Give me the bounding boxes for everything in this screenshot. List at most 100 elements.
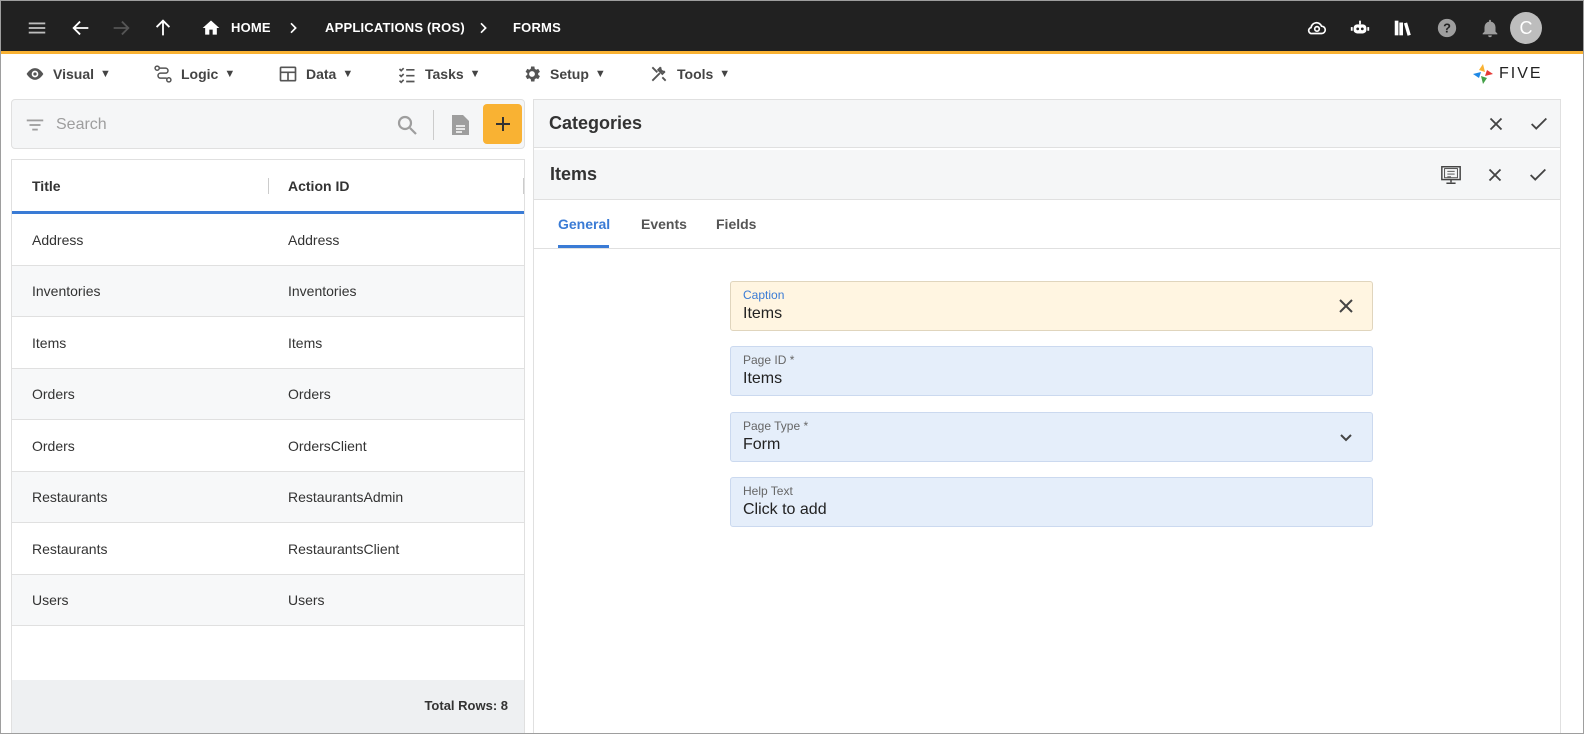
help-text-field[interactable]: Help Text Click to add xyxy=(730,477,1373,527)
cloud-icon[interactable] xyxy=(1299,1,1335,54)
column-header-action-id[interactable]: Action ID xyxy=(288,160,349,211)
tab-fields[interactable]: Fields xyxy=(716,200,756,248)
avatar[interactable]: C xyxy=(1510,12,1542,44)
menu-arrow-icon: ▼ xyxy=(469,68,481,80)
field-value: Click to add xyxy=(743,501,827,518)
preview-button[interactable] xyxy=(1437,161,1465,189)
records-table: Title Action ID Address Address Inventori… xyxy=(11,159,525,733)
caption-field[interactable]: Caption Items xyxy=(730,281,1373,331)
close-button[interactable] xyxy=(1481,161,1509,189)
column-divider[interactable] xyxy=(268,178,269,194)
table-row[interactable]: Items Items xyxy=(12,317,524,369)
menu-tools[interactable]: Tools ▼ xyxy=(649,57,730,91)
menu-tasks[interactable]: Tasks ▼ xyxy=(397,57,481,91)
menu-arrow-icon: ▼ xyxy=(224,68,236,80)
cell-title: Orders xyxy=(32,386,75,402)
cell-action-id: Items xyxy=(288,334,323,351)
parent-form-header: Categories xyxy=(534,100,1560,148)
menu-label: Tasks xyxy=(425,66,464,82)
document-button[interactable] xyxy=(446,110,474,140)
tab-events[interactable]: Events xyxy=(641,200,687,248)
menu-setup[interactable]: Setup ▼ xyxy=(522,57,606,91)
table-row[interactable]: Orders OrdersClient xyxy=(12,420,524,472)
add-button[interactable] xyxy=(483,104,522,144)
help-icon[interactable]: ? xyxy=(1429,1,1465,54)
table-header: Title Action ID xyxy=(12,160,524,214)
document-icon xyxy=(452,115,469,135)
menu-label: Setup xyxy=(550,66,589,82)
table-row[interactable]: Inventories Inventories xyxy=(12,265,524,317)
menu-icon[interactable] xyxy=(19,1,55,54)
forward-arrow-icon[interactable] xyxy=(103,1,139,54)
cell-action-id: Users xyxy=(288,592,325,608)
chevron-down-icon[interactable] xyxy=(1334,425,1358,449)
column-header-title[interactable]: Title xyxy=(32,160,61,211)
breadcrumb-label: APPLICATIONS (ROS) xyxy=(325,20,465,35)
search-bar xyxy=(11,99,525,149)
menu-arrow-icon: ▼ xyxy=(100,68,111,80)
field-value: Items xyxy=(743,370,783,387)
save-button[interactable] xyxy=(1524,161,1552,189)
column-divider[interactable] xyxy=(523,178,524,194)
save-button[interactable] xyxy=(1525,110,1553,138)
menu-bar: Visual ▼ Logic ▼ Data ▼ Tasks ▼ Setup ▼ … xyxy=(1,57,1583,91)
table-row[interactable]: Restaurants RestaurantsAdmin xyxy=(12,471,524,523)
table-row[interactable]: Orders Orders xyxy=(12,368,524,420)
field-value: Form xyxy=(743,436,781,453)
cell-title: Address xyxy=(32,231,84,248)
cell-title: Items xyxy=(32,334,67,351)
cell-action-id: RestaurantsAdmin xyxy=(288,489,404,505)
check-icon xyxy=(1530,168,1546,181)
up-arrow-icon[interactable] xyxy=(145,1,181,54)
close-icon xyxy=(1489,117,1503,131)
library-icon[interactable] xyxy=(1385,1,1421,54)
menu-logic[interactable]: Logic ▼ xyxy=(153,57,235,91)
cell-action-id: RestaurantsClient xyxy=(288,540,400,557)
close-button[interactable] xyxy=(1482,110,1510,138)
tab-general[interactable]: General xyxy=(558,200,610,248)
parent-form-title: Categories xyxy=(549,113,643,133)
filter-icon[interactable] xyxy=(24,114,46,136)
page-id-field[interactable]: Page ID * Items xyxy=(730,346,1373,396)
search-icon[interactable] xyxy=(395,113,419,137)
menu-visual[interactable]: Visual ▼ xyxy=(25,57,111,91)
table-icon xyxy=(279,66,297,82)
table-row[interactable]: Address Address xyxy=(12,214,524,266)
table-row[interactable]: Restaurants RestaurantsClient xyxy=(12,523,524,575)
tasks-icon xyxy=(398,67,415,84)
logic-icon xyxy=(154,65,172,83)
logo-text: FIVE xyxy=(1499,65,1543,82)
field-label: Page Type * xyxy=(743,419,809,433)
field-label: Page ID * xyxy=(743,353,795,367)
tab-bar: General Events Fields xyxy=(534,200,1560,249)
form-header: Items xyxy=(534,150,1560,200)
field-label: Caption xyxy=(743,288,785,302)
search-input[interactable] xyxy=(56,112,386,138)
table-row[interactable]: Users Users xyxy=(12,574,524,626)
menu-arrow-icon: ▼ xyxy=(719,68,731,80)
close-icon xyxy=(1488,168,1502,182)
monitor-icon xyxy=(1441,166,1461,184)
app-window: HOME APPLICATIONS (ROS) FORMS ? C Visual… xyxy=(0,0,1584,734)
total-rows: Total Rows: 8 xyxy=(424,698,508,713)
menu-label: Tools xyxy=(677,66,714,82)
tools-icon xyxy=(651,66,667,82)
menu-data[interactable]: Data ▼ xyxy=(278,57,353,91)
back-arrow-icon[interactable] xyxy=(63,1,99,54)
table-footer: Total Rows: 8 xyxy=(12,680,524,733)
five-logo-icon xyxy=(1473,64,1493,84)
robot-icon[interactable] xyxy=(1342,1,1378,54)
check-icon xyxy=(1531,117,1547,130)
cell-action-id: OrdersClient xyxy=(288,437,367,454)
breadcrumb-home[interactable]: HOME xyxy=(201,1,271,54)
clear-icon[interactable] xyxy=(1334,294,1358,318)
cell-action-id: Address xyxy=(288,231,340,248)
cell-title: Orders xyxy=(32,437,75,454)
page-type-select[interactable]: Page Type * Form xyxy=(730,412,1373,462)
bell-icon[interactable] xyxy=(1472,1,1508,54)
eye-icon xyxy=(26,68,44,80)
cell-action-id: Inventories xyxy=(288,283,357,299)
field-value: Items xyxy=(743,305,783,322)
breadcrumb-applications[interactable]: APPLICATIONS (ROS) xyxy=(325,1,465,54)
breadcrumb-forms[interactable]: FORMS xyxy=(513,1,561,54)
